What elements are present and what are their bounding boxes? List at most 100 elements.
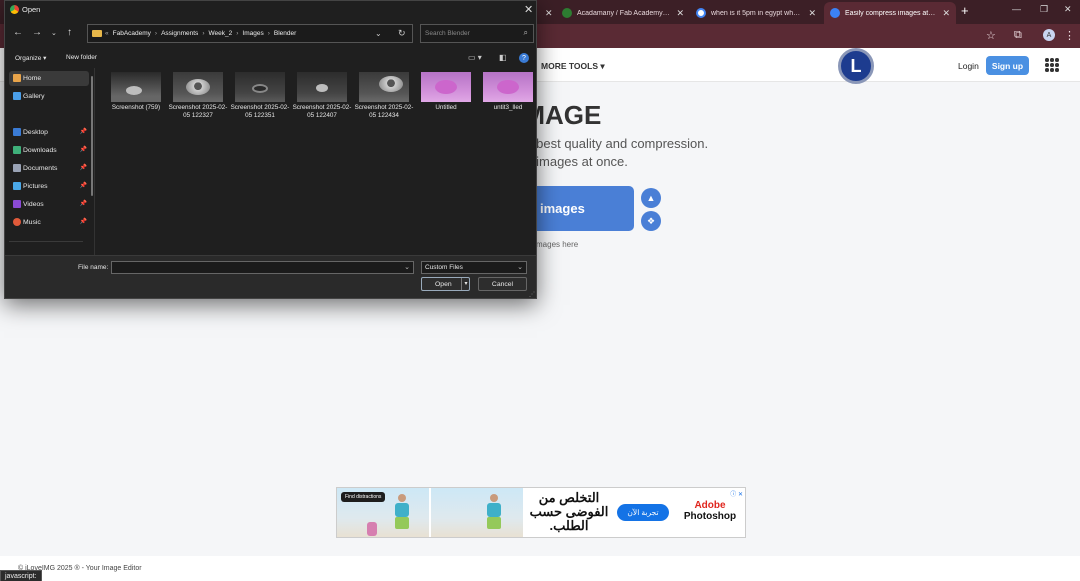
search-box[interactable]: ⌕ [420, 24, 534, 43]
breadcrumb-item[interactable]: Assignments [161, 30, 198, 37]
more-tools-menu[interactable]: MORE TOOLS ▾ [541, 61, 605, 72]
sidebar-item-videos[interactable]: Videos 📌 [9, 197, 89, 212]
tab-title: Acadamany / Fab Academy / 2025 [577, 9, 670, 17]
pin-icon: 📌 [79, 165, 87, 171]
select-images-label: images [540, 201, 585, 216]
sidebar-item-gallery[interactable]: Gallery [9, 89, 89, 104]
sidebar-item-documents[interactable]: Documents 📌 [9, 161, 89, 176]
heart-icon [830, 8, 840, 18]
file-item[interactable]: Screenshot 2025-02-05 122351 [230, 72, 290, 119]
file-thumbnail [483, 72, 533, 102]
signup-button[interactable]: Sign up [986, 56, 1029, 75]
extensions-icon[interactable]: ⧉ [1014, 29, 1022, 42]
file-item[interactable]: untit3_lled [478, 72, 538, 112]
sidebar-item-music[interactable]: Music 📌 [9, 215, 89, 230]
recent-locations-chevron-icon[interactable]: ⌄ [51, 29, 57, 37]
sidebar-item-downloads[interactable]: Downloads 📌 [9, 143, 89, 158]
open-button[interactable]: Open ▾ [421, 277, 470, 291]
resize-grip-icon[interactable]: ⋰ [529, 291, 535, 298]
file-item[interactable]: Untitled [416, 72, 476, 112]
tab-fab-academy[interactable]: Acadamany / Fab Academy / 2025 ✕ [556, 2, 690, 24]
site-footer [0, 556, 1080, 581]
breadcrumb-item[interactable]: Images [242, 30, 263, 37]
sidebar-item-pictures[interactable]: Pictures 📌 [9, 179, 89, 194]
address-bar[interactable]: « FabAcademy › Assignments › Week_2 › Image… [87, 24, 413, 43]
new-folder-button[interactable]: New folder [66, 54, 97, 61]
file-item[interactable]: Screenshot 2025-02-05 122434 [354, 72, 414, 119]
login-link[interactable]: Login [958, 61, 979, 71]
preview-pane-icon[interactable]: ◧ [499, 53, 507, 62]
google-icon [696, 8, 706, 18]
ad-cta-button[interactable]: تجربة الآن [617, 504, 669, 521]
chevron-down-icon: ⌄ [517, 264, 523, 271]
google-drive-icon[interactable]: ▲ [641, 188, 661, 208]
sidebar-item-desktop[interactable]: Desktop 📌 [9, 125, 89, 140]
file-thumbnail [173, 72, 223, 102]
open-file-dialog: Open ✕ ← → ⌄ ↑ « FabAcademy › Assignments… [4, 0, 537, 299]
dialog-title: Open [22, 5, 41, 14]
organize-menu[interactable]: Organize ▾ [15, 54, 46, 62]
sidebar-item-home[interactable]: Home [9, 71, 89, 86]
new-tab-button[interactable]: + [961, 3, 969, 18]
bookmark-star-icon[interactable]: ☆ [986, 29, 996, 42]
file-name-label: Untitled [435, 104, 457, 111]
close-icon[interactable]: ✕ [524, 3, 533, 16]
ad-image: Find distractions [337, 488, 429, 537]
ad-bag-shape [367, 522, 377, 536]
breadcrumb-overflow[interactable]: « [105, 30, 109, 37]
cancel-button[interactable]: Cancel [478, 277, 527, 291]
music-icon [13, 218, 21, 226]
scrollbar[interactable] [91, 76, 93, 196]
folder-icon [92, 30, 102, 37]
advertisement-banner[interactable]: Find distractions التخلص من الفوضى حسب ا… [336, 487, 746, 538]
pin-icon: 📌 [79, 183, 87, 189]
file-name-label: File name: [78, 264, 109, 271]
file-type-select[interactable]: Custom Files ⌄ [421, 261, 527, 274]
file-item[interactable]: Screenshot (759) [106, 72, 166, 112]
help-icon[interactable]: ? [519, 53, 529, 63]
close-icon[interactable]: ✕ [545, 8, 553, 19]
close-window-icon[interactable]: ✕ [1064, 4, 1072, 15]
file-name-input[interactable] [112, 262, 402, 273]
breadcrumb-item[interactable]: Week_2 [208, 30, 232, 37]
close-icon[interactable]: ✕ [676, 8, 684, 19]
file-name-label: untit3_lled [493, 104, 523, 111]
view-options-icon[interactable]: ▭ ▾ [468, 53, 482, 62]
restore-icon[interactable]: ❐ [1040, 4, 1048, 15]
drop-hint: mages here [536, 240, 579, 249]
file-item[interactable]: Screenshot 2025-02-05 122407 [292, 72, 352, 119]
download-icon [13, 146, 21, 154]
site-logo[interactable]: L [838, 48, 874, 84]
gitlab-icon [562, 8, 572, 18]
back-arrow-icon[interactable]: ← [13, 27, 23, 38]
profile-avatar[interactable]: A [1043, 29, 1055, 41]
search-input[interactable] [425, 26, 515, 41]
file-item[interactable]: Screenshot 2025-02-05 122327 [168, 72, 228, 119]
pin-icon: 📌 [79, 219, 87, 225]
tab-title: when is it 5pm in egypt what is [711, 9, 803, 17]
refresh-icon[interactable]: ↻ [398, 28, 406, 39]
close-icon[interactable]: ✕ [942, 8, 950, 19]
tab-google-search[interactable]: when is it 5pm in egypt what is ✕ [690, 2, 822, 24]
chevron-down-icon: ▾ [600, 61, 605, 71]
breadcrumb-item[interactable]: FabAcademy [113, 30, 151, 37]
minimize-icon[interactable]: — [1012, 4, 1021, 14]
file-list: Screenshot (759) Screenshot 2025-02-05 1… [101, 68, 535, 255]
up-arrow-icon[interactable]: ↑ [67, 27, 72, 38]
browser-menu-icon[interactable]: ⋮ [1064, 29, 1075, 42]
tab-iloveimg[interactable]: Easily compress images at optimal ✕ [824, 2, 956, 24]
dropbox-icon[interactable]: ❖ [641, 211, 661, 231]
breadcrumb: « FabAcademy › Assignments › Week_2 › Image… [105, 30, 297, 37]
apps-grid-icon[interactable] [1045, 58, 1059, 72]
file-name-label: Screenshot 2025-02-05 122351 [230, 104, 290, 119]
open-options-dropdown-icon[interactable]: ▾ [461, 278, 470, 290]
chevron-down-icon[interactable]: ⌄ [375, 29, 382, 38]
close-icon[interactable]: ✕ [808, 8, 816, 19]
browser-status-bar: javascript: [0, 570, 42, 581]
forward-arrow-icon[interactable]: → [32, 27, 42, 38]
pin-icon: 📌 [79, 147, 87, 153]
chevron-down-icon[interactable]: ⌄ [404, 263, 410, 271]
breadcrumb-item[interactable]: Blender [274, 30, 296, 37]
ad-choices-icon[interactable]: ⓘ ✕ [730, 489, 743, 498]
file-name-field[interactable]: ⌄ [111, 261, 414, 274]
